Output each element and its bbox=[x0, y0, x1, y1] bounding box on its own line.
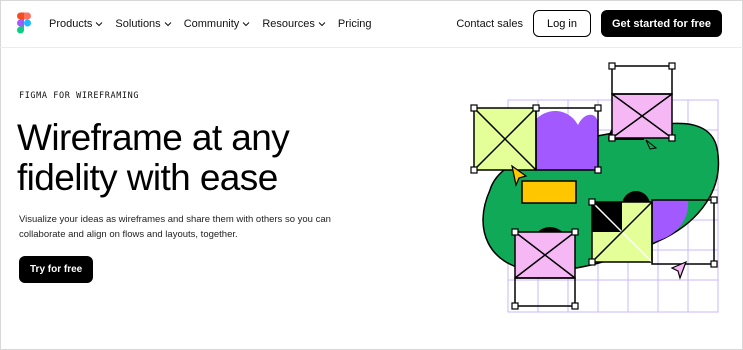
nav-products[interactable]: Products bbox=[49, 18, 103, 30]
nav-community[interactable]: Community bbox=[184, 18, 251, 30]
nav-pricing[interactable]: Pricing bbox=[338, 18, 372, 30]
login-button[interactable]: Log in bbox=[532, 10, 591, 37]
lime-wireframe-box bbox=[473, 107, 537, 171]
chevron-down-icon bbox=[318, 22, 326, 27]
wireframe-illustration bbox=[470, 62, 720, 313]
nav-actions: Contact sales Log in Get started for fre… bbox=[456, 10, 722, 37]
get-started-button[interactable]: Get started for free bbox=[600, 10, 722, 37]
nav-pricing-label: Pricing bbox=[337, 18, 372, 30]
hero-headline: Wireframe at any fidelity with ease bbox=[17, 117, 290, 198]
hero-description: Visualize your ideas as wireframes and s… bbox=[19, 214, 331, 240]
pink-wireframe-box-bottom bbox=[514, 231, 576, 307]
try-for-free-button[interactable]: Try for free bbox=[19, 256, 94, 283]
nav-resources[interactable]: Resources bbox=[262, 18, 326, 30]
primary-nav: Products Solutions Community Resources P… bbox=[49, 0, 372, 48]
contact-sales-link[interactable]: Contact sales bbox=[456, 18, 523, 30]
chevron-down-icon bbox=[242, 22, 250, 27]
hero-eyebrow: FIGMA FOR WIREFRAMING bbox=[19, 91, 140, 101]
nav-products-label: Products bbox=[49, 18, 93, 30]
nav-resources-label: Resources bbox=[262, 18, 315, 30]
nav-solutions-label: Solutions bbox=[115, 18, 161, 30]
nav-solutions[interactable]: Solutions bbox=[115, 18, 172, 30]
nav-community-label: Community bbox=[183, 18, 240, 30]
top-nav: Products Solutions Community Resources P… bbox=[0, 0, 743, 48]
pink-wireframe-box bbox=[611, 65, 673, 139]
purple-blob-shape bbox=[535, 110, 599, 170]
chevron-down-icon bbox=[96, 22, 103, 27]
yellow-bar-shape bbox=[521, 180, 577, 204]
chevron-down-icon bbox=[164, 22, 172, 27]
figma-logo-icon[interactable] bbox=[17, 12, 31, 34]
